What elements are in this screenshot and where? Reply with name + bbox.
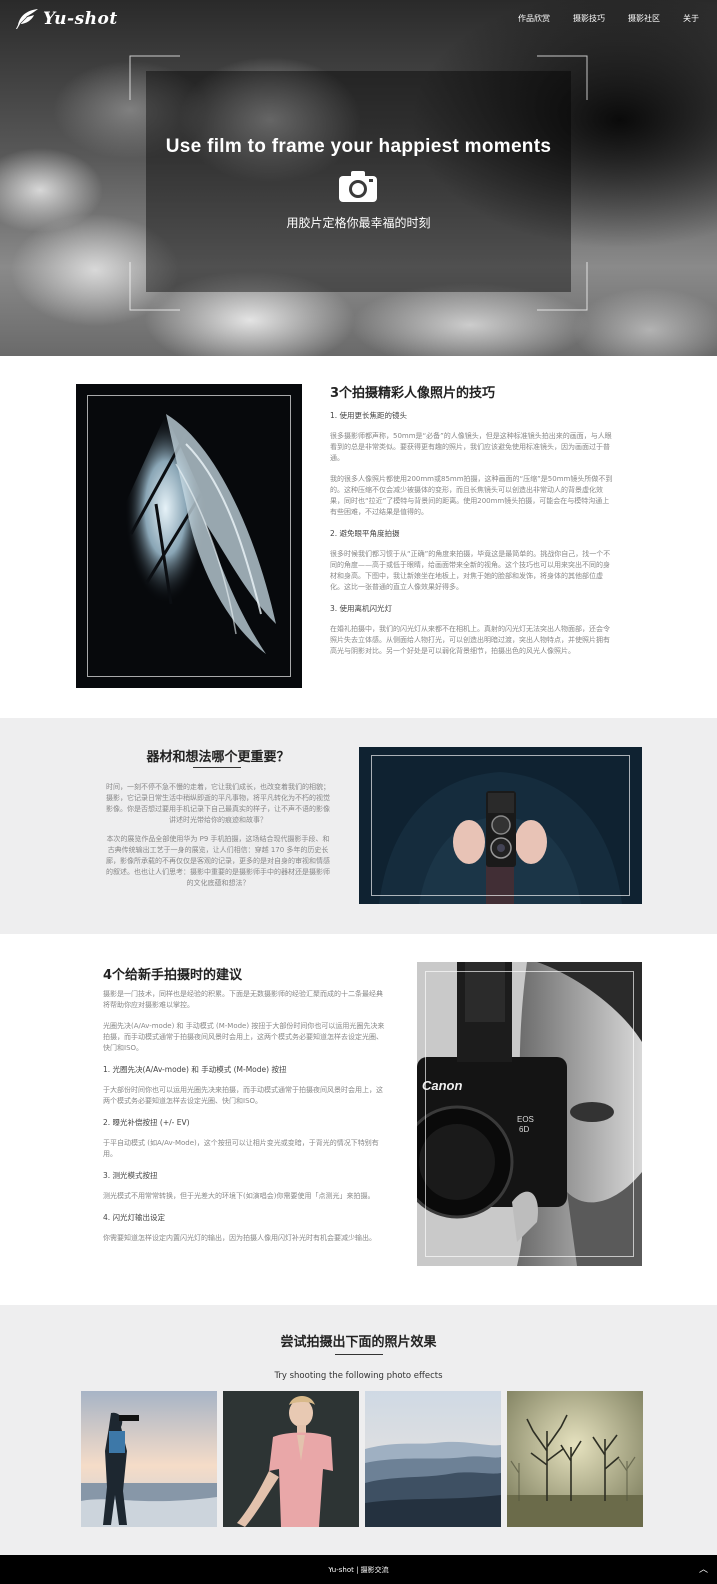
beginner-tips-section: 4个给新手拍摄时的建议 摄影是一门技术，同样也是经验的积累。下面是无数摄影师的经… <box>0 934 717 1305</box>
hero-subtitle: 用胶片定格你最幸福的时刻 <box>286 216 431 230</box>
photo-inner-frame <box>371 755 630 896</box>
photo-effects-section: 尝试拍摄出下面的照片效果 Try shooting the following … <box>0 1305 717 1555</box>
section1-body: 1. 使用更长焦距的镜头 很多摄影师都声称，50mm是“必备”的人像镜头，但是这… <box>330 410 613 667</box>
tip-paragraph: 你需要知道怎样设定内置闪光灯的输出，因为拍摄人像用闪灯补光时有机会要减少输出。 <box>103 1234 376 1242</box>
tip-heading: 4. 闪光灯输出设定 <box>103 1213 166 1222</box>
logo[interactable]: Yu-shot <box>14 8 118 30</box>
section2-paragraph: 时间，一刻不停不急不慢的走着，它让我们成长，也改变着我们的相貌；摄影，它记录日常… <box>106 783 330 824</box>
gallery-photo-misty-mountains[interactable] <box>365 1391 501 1527</box>
section3-body: 摄影是一门技术，同样也是经验的积累。下面是无数摄影师的经验汇聚而成的十二条最经典… <box>103 989 385 1254</box>
section2-title: 器材和想法哪个更重要？ <box>146 750 290 765</box>
tip-heading: 1. 使用更长焦距的镜头 <box>330 411 408 420</box>
tip-paragraph: 我的很多人像照片都使用200mm或85mm拍摄，这种画面的“压缩”是50mm镜头… <box>330 475 613 516</box>
tip-paragraph: 很多时候我们都习惯于从“正确”的角度来拍摄，毕竟这是最简单的。挑战你自己，找一个… <box>330 550 611 591</box>
hero-banner: Yu-shot 作品欣赏 摄影技巧 摄影社区 关于 Use film to fr… <box>0 0 717 356</box>
tip-paragraph: 于大部份时间你也可以运用光圈先决来拍摄，而手动模式通常于拍摄夜间风景时会用上，这… <box>103 1086 383 1105</box>
section2-paragraph: 本次的展览作品全部使用华为 P9 手机拍摄，这场结合现代摄影手段、和古典传统输出… <box>106 835 330 887</box>
photographer-canon-photo: Canon EOS 6D <box>417 962 642 1266</box>
tip-paragraph: 测光模式不用常常转换，但于光差大的环境下(如演唱会)你需要使用「点测光」来拍摄。 <box>103 1192 375 1200</box>
nav-item-about[interactable]: 关于 <box>683 13 699 24</box>
window-curtain-photo <box>76 384 302 688</box>
portrait-tips-section: 3个拍摄精彩人像照片的技巧 1. 使用更长焦距的镜头 很多摄影师都声称，50mm… <box>0 356 717 718</box>
photo-inner-frame <box>87 395 291 677</box>
photo-gallery <box>81 1391 643 1527</box>
nav-menu: 作品欣赏 摄影技巧 摄影社区 关于 <box>495 13 699 24</box>
gear-vs-idea-section: 器材和想法哪个更重要？ 时间，一刻不停不急不慢的走着，它让我们成长，也改变着我们… <box>0 718 717 934</box>
section4-subtitle: Try shooting the following photo effects <box>274 1371 443 1381</box>
hero-title: Use film to frame your happiest moments <box>165 136 552 157</box>
tip-heading: 2. 曝光补偿按扭 (+/- EV) <box>103 1118 190 1127</box>
brand-name: Yu-shot <box>43 9 118 29</box>
top-nav: Yu-shot 作品欣赏 摄影技巧 摄影社区 关于 <box>0 0 717 38</box>
title-underline <box>335 1354 383 1355</box>
tip-paragraph: 于平自动模式 (如A/Av-Mode)，这个按扭可以让相片变光或变暗，于背光的情… <box>103 1139 379 1158</box>
photo-inner-frame <box>425 971 634 1257</box>
tip-heading: 2. 避免眼平角度拍摄 <box>330 529 400 538</box>
tip-heading: 3. 测光模式按扭 <box>103 1171 158 1180</box>
title-underline <box>193 767 241 768</box>
hands-holding-camera-photo <box>359 747 642 904</box>
footer: Yu-shot | 摄影交流 ︿ <box>0 1555 717 1584</box>
intro-paragraph: 摄影是一门技术，同样也是经验的积累。下面是无数摄影师的经验汇聚而成的十二条最经典… <box>103 990 383 1009</box>
feather-icon <box>16 9 38 29</box>
tip-paragraph: 在婚礼拍摄中，我们的闪光灯从来都不在相机上。真射的闪光灯无法突出人物面部，还会令… <box>330 625 610 655</box>
gallery-photo-sea-photographer[interactable] <box>81 1391 217 1527</box>
section2-text: 时间，一刻不停不急不慢的走着，它让我们成长，也改变着我们的相貌；摄影，它记录日常… <box>103 782 333 897</box>
gallery-photo-woman-pink[interactable] <box>223 1391 359 1527</box>
back-to-top-icon[interactable]: ︿ <box>699 1562 708 1575</box>
tip-heading: 1. 光圈先决(A/Av-mode) 和 手动模式 (M-Mode) 按扭 <box>103 1065 287 1074</box>
section1-title: 3个拍摄精彩人像照片的技巧 <box>330 386 496 401</box>
footer-text: Yu-shot | 摄影交流 <box>328 1566 389 1574</box>
nav-item-tips[interactable]: 摄影技巧 <box>573 13 605 24</box>
camera-icon <box>339 171 377 202</box>
gallery-photo-foggy-trees[interactable] <box>507 1391 643 1527</box>
nav-item-works[interactable]: 作品欣赏 <box>518 13 550 24</box>
section3-title: 4个给新手拍摄时的建议 <box>103 968 243 983</box>
tip-heading: 3. 使用离机闪光灯 <box>330 604 393 613</box>
nav-item-community[interactable]: 摄影社区 <box>628 13 660 24</box>
section4-title: 尝试拍摄出下面的照片效果 <box>280 1335 437 1350</box>
intro-paragraph: 光圈先决(A/Av-mode) 和 手动模式 (M-Mode) 按扭于大部份时间… <box>103 1022 385 1052</box>
tip-paragraph: 很多摄影师都声称，50mm是“必备”的人像镜头，但是这种标准镜头拍出来的画面，与… <box>330 432 612 462</box>
